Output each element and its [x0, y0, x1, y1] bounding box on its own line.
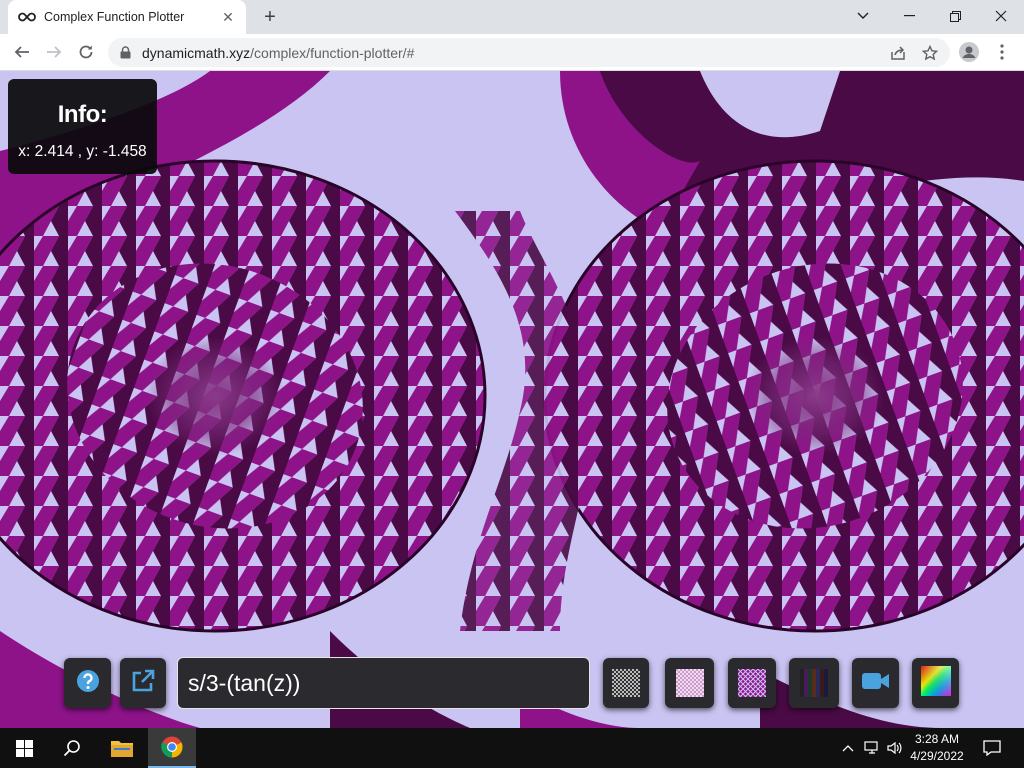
texture-purple-button[interactable]: [728, 658, 776, 708]
forward-button[interactable]: [40, 38, 68, 66]
url-host: dynamicmath.xyz: [142, 44, 251, 61]
chevron-up-icon[interactable]: [838, 738, 858, 758]
checker-pink-icon: [675, 669, 704, 697]
tab-close-icon[interactable]: ✕: [220, 9, 236, 25]
chrome-taskbar-button[interactable]: [148, 728, 196, 768]
clock-date: 4/29/2022: [910, 749, 964, 763]
color-bars-icon: [800, 669, 828, 697]
bookmark-star-icon[interactable]: [921, 44, 939, 62]
tab-search-button[interactable]: [840, 0, 886, 32]
network-icon[interactable]: [862, 738, 882, 758]
function-input[interactable]: [177, 657, 590, 709]
tab-title: Complex Function Plotter: [44, 10, 185, 24]
cursor-coordinates: x: 2.414 , y: -1.458: [18, 143, 147, 160]
taskbar-clock[interactable]: 3:28 AM 4/29/2022: [900, 731, 974, 765]
record-video-button[interactable]: [852, 658, 899, 708]
windows-logo-icon: [15, 739, 33, 757]
address-bar[interactable]: dynamicmath.xyz /complex/function-plotte…: [108, 38, 950, 67]
page-content: Info: x: 2.414 , y: -1.458: [0, 71, 1024, 728]
folder-icon: [111, 741, 133, 757]
video-camera-icon: [861, 671, 890, 696]
help-button[interactable]: [64, 658, 111, 708]
tab-strip: Complex Function Plotter ✕ +: [0, 0, 1024, 34]
info-title: Info:: [57, 101, 108, 128]
color-wheel-button[interactable]: [912, 658, 959, 708]
file-explorer-button[interactable]: [98, 728, 146, 768]
clock-time: 3:28 AM: [914, 732, 960, 746]
url-path: /complex/function-plotter/#: [250, 44, 415, 61]
lock-icon[interactable]: [120, 46, 134, 60]
share-icon[interactable]: [889, 44, 907, 62]
texture-bars-button[interactable]: [789, 658, 839, 708]
checker-gray-icon: [612, 669, 640, 697]
browser-toolbar: dynamicmath.xyz /complex/function-plotte…: [0, 34, 1024, 71]
start-button[interactable]: [0, 728, 48, 768]
search-icon: [63, 740, 80, 757]
minimize-button[interactable]: [886, 0, 932, 32]
checker-purple-icon: [738, 669, 766, 697]
search-button[interactable]: [48, 728, 96, 768]
infinity-icon: [18, 11, 36, 23]
new-tab-button[interactable]: +: [258, 6, 282, 28]
back-button[interactable]: [8, 38, 36, 66]
texture-pink-button[interactable]: [665, 658, 714, 708]
notifications-icon[interactable]: [982, 738, 1002, 758]
browser-tab[interactable]: Complex Function Plotter ✕: [8, 0, 246, 34]
texture-gray-button[interactable]: [603, 658, 649, 708]
color-wheel-icon: [920, 665, 951, 701]
taskbar: 3:28 AM 4/29/2022: [0, 728, 1024, 768]
info-panel: Info: x: 2.414 , y: -1.458: [8, 79, 157, 174]
restore-button[interactable]: [932, 0, 978, 32]
external-link-icon: [130, 668, 156, 699]
chrome-icon: [161, 736, 183, 758]
menu-kebab-icon[interactable]: [988, 38, 1016, 66]
help-icon: [76, 669, 100, 698]
profile-avatar[interactable]: [955, 38, 983, 66]
close-window-button[interactable]: [978, 0, 1024, 32]
share-link-button[interactable]: [120, 658, 166, 708]
reload-button[interactable]: [72, 38, 100, 66]
